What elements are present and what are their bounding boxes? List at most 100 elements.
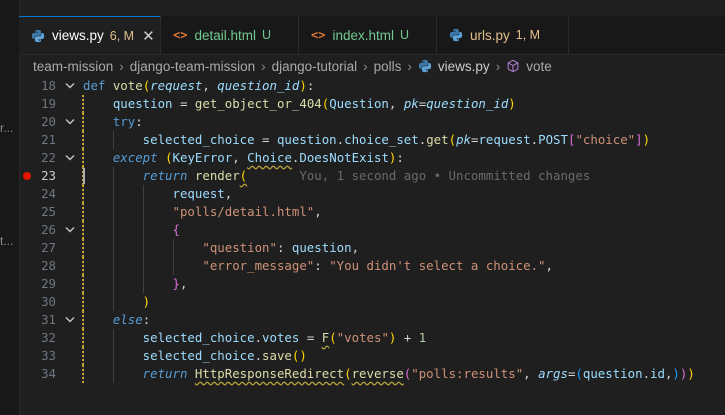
line-number: 22 xyxy=(41,150,56,165)
code-token: , xyxy=(545,258,553,273)
code-line[interactable]: 31 else: xyxy=(19,311,725,329)
chevron-down-icon[interactable] xyxy=(64,149,76,167)
code-line[interactable]: 24 request, xyxy=(19,185,725,203)
code-line[interactable]: 21 selected_choice = question.choice_set… xyxy=(19,131,725,149)
code-token: id xyxy=(650,366,665,381)
line-number: 31 xyxy=(41,312,56,327)
code-token: , xyxy=(523,366,539,381)
code-text: selected_choice.save() xyxy=(83,347,307,365)
line-number: 21 xyxy=(41,132,56,147)
close-tab-icon[interactable]: ✕ xyxy=(142,27,155,45)
code-token: HttpResponseRedirect xyxy=(194,366,345,381)
breadcrumb-item[interactable]: django-team-mission xyxy=(130,59,255,74)
code-token: ) xyxy=(83,294,151,309)
line-number: 28 xyxy=(41,258,56,273)
breadcrumb-separator: › xyxy=(495,58,501,74)
code-token: Choice xyxy=(247,150,292,165)
code-text: "error_message": "You didn't select a ch… xyxy=(83,257,553,275)
code-line[interactable]: 34 return HttpResponseRedirect(reverse("… xyxy=(19,365,725,383)
line-number: 33 xyxy=(41,348,56,363)
code-line[interactable]: 25 "polls/detail.html", xyxy=(19,203,725,221)
code-line[interactable]: 20 try: xyxy=(19,113,725,131)
python-icon xyxy=(449,28,463,42)
code-line[interactable]: 18 def vote(request, question_id): xyxy=(19,77,725,95)
chevron-down-icon[interactable] xyxy=(64,77,76,95)
breadcrumb-item[interactable]: vote xyxy=(526,59,552,74)
breadcrumb-item[interactable]: polls xyxy=(374,59,402,74)
code-token: request xyxy=(83,186,225,201)
tab-status-badge: U xyxy=(399,28,410,42)
tab-status-badge: 1, M xyxy=(515,28,541,42)
method-symbol-icon xyxy=(506,59,520,73)
python-icon xyxy=(418,59,432,73)
code-token: return xyxy=(83,168,188,183)
code-token: question xyxy=(83,96,173,111)
code-token: DoesNotExist xyxy=(299,150,389,165)
line-number: 25 xyxy=(41,204,56,219)
chevron-down-icon[interactable] xyxy=(64,113,76,131)
code-line[interactable]: 29 }, xyxy=(19,275,725,293)
code-token: request xyxy=(150,78,203,93)
code-token: ( xyxy=(329,330,337,345)
breadcrumb: team-mission › django-team-mission › django-… xyxy=(33,56,552,76)
breadcrumb-item[interactable]: django-tutorial xyxy=(272,59,358,74)
code-text: "question": question, xyxy=(83,239,359,257)
chevron-down-icon[interactable] xyxy=(64,311,76,329)
code-line[interactable]: 26 { xyxy=(19,221,725,239)
chevron-down-icon[interactable] xyxy=(64,221,76,239)
code-token: ) xyxy=(642,132,651,147)
code-line[interactable]: 27 "question": question, xyxy=(19,239,725,257)
code-token: , xyxy=(388,96,404,111)
code-token: ( xyxy=(344,366,352,381)
code-token: selected_choice xyxy=(83,132,255,147)
code-token: "polls:results" xyxy=(411,366,524,381)
line-number: 26 xyxy=(41,222,56,237)
breadcrumb-item[interactable]: team-mission xyxy=(33,59,113,74)
code-text: question = get_object_or_404(Question, p… xyxy=(83,95,516,113)
code-token: pk xyxy=(403,96,419,111)
tab-label: detail.html xyxy=(194,27,256,43)
code-token: question xyxy=(291,240,352,255)
explorer-item-fragment[interactable]: r... xyxy=(0,121,13,135)
code-token: : xyxy=(314,258,330,273)
breadcrumb-item[interactable]: views.py xyxy=(438,59,490,74)
code-token: ) xyxy=(508,96,516,111)
tab-status-badge: U xyxy=(261,28,272,42)
editor-tab-bar: views.py 6, M ✕ <> detail.html U <> index.html U… xyxy=(19,16,725,55)
code-line[interactable]: 23 return render( You, 1 second ago • Un… xyxy=(19,167,725,185)
code-token: ) xyxy=(299,78,307,93)
code-token: question_id xyxy=(217,78,300,93)
code-token: ( xyxy=(448,132,457,147)
code-line[interactable]: 19 question = get_object_or_404(Question… xyxy=(19,95,725,113)
code-token: "question" xyxy=(83,240,277,255)
line-number: 19 xyxy=(41,96,56,111)
code-token: return xyxy=(83,366,188,381)
tab-urls-py[interactable]: urls.py 1, M xyxy=(437,16,569,54)
explorer-strip: r... t... xyxy=(0,0,20,415)
tab-index-html[interactable]: <> index.html U xyxy=(299,16,437,54)
code-token: : xyxy=(142,312,151,327)
code-line[interactable]: 28 "error_message": "You didn't select a… xyxy=(19,257,725,275)
code-text: def vote(request, question_id): xyxy=(83,77,314,95)
code-token: "You didn't select a choice." xyxy=(329,258,546,273)
breadcrumb-separator: › xyxy=(119,58,124,74)
tab-detail-html[interactable]: <> detail.html U xyxy=(161,16,299,54)
code-line[interactable]: 32 selected_choice.votes = F("votes") + … xyxy=(19,329,725,347)
code-token: + xyxy=(396,330,419,345)
code-token: reverse xyxy=(351,366,404,381)
code-line[interactable]: 30 ) xyxy=(19,293,725,311)
code-line[interactable]: 33 selected_choice.save() xyxy=(19,347,725,365)
code-token: save xyxy=(262,348,292,363)
line-number: 30 xyxy=(41,294,56,309)
tab-views-py[interactable]: views.py 6, M ✕ xyxy=(19,16,161,54)
vscode-window: r... t... views.py 6, M ✕ <> detail.html U <> i… xyxy=(0,0,725,415)
code-editor[interactable]: 18 def vote(request, question_id): 19 ques… xyxy=(19,77,725,415)
code-text: return HttpResponseRedirect(reverse("pol… xyxy=(83,365,695,383)
python-icon xyxy=(31,29,45,43)
breadcrumb-separator: › xyxy=(363,58,368,74)
explorer-item-fragment[interactable]: t... xyxy=(0,234,13,248)
code-token: : xyxy=(396,150,404,165)
code-line[interactable]: 22 except (KeyError, Choice.DoesNotExist… xyxy=(19,149,725,167)
